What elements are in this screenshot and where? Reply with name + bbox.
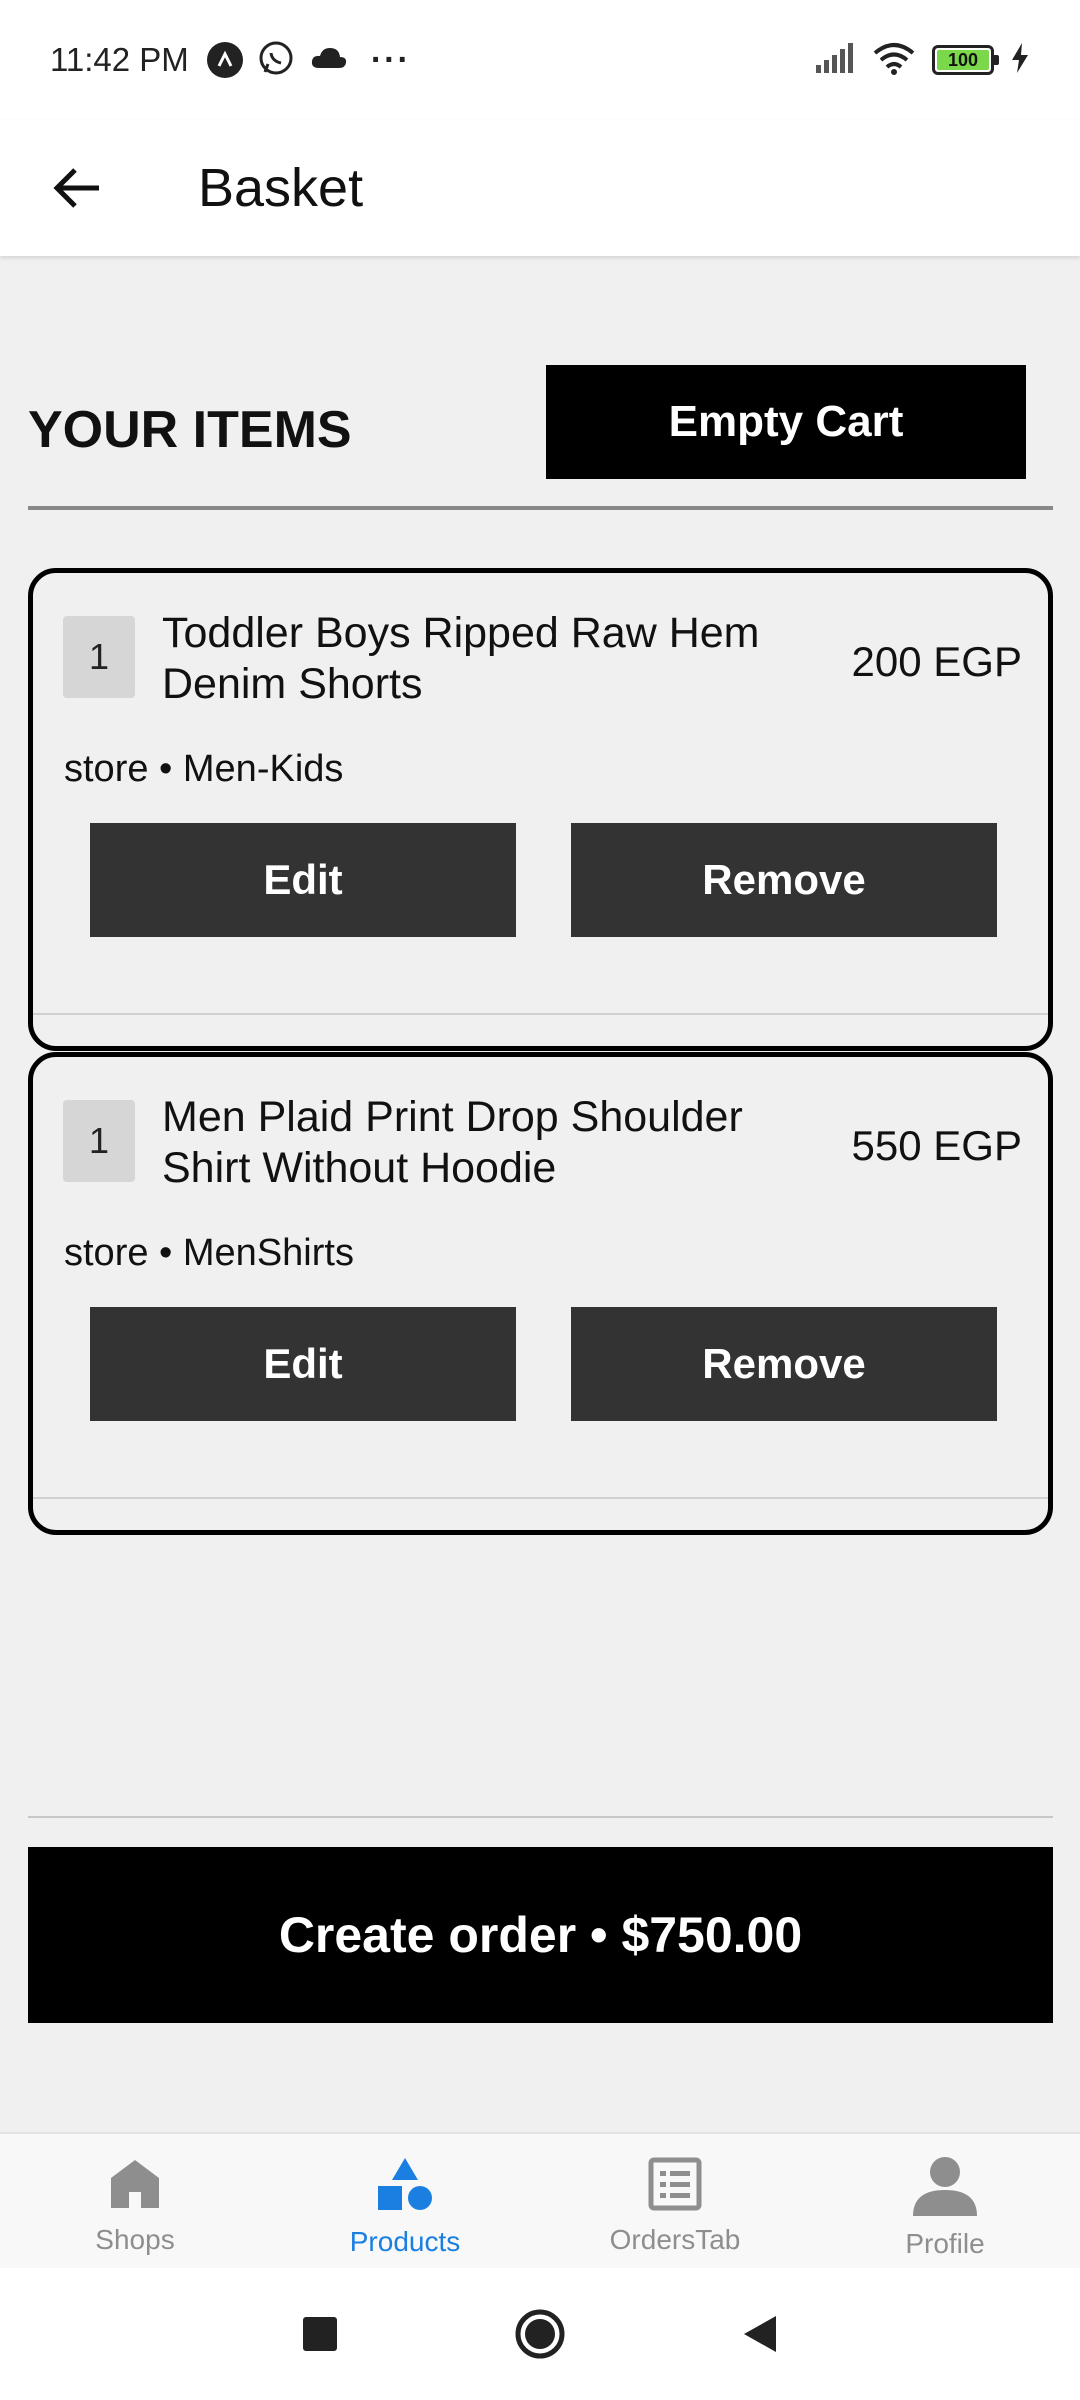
- system-back-button[interactable]: [730, 2304, 790, 2364]
- basket-screen: 11:42 PM ··· 100 Basket YOUR ITEMS Empty…: [0, 0, 1080, 2400]
- cart-item-card: 1 Men Plaid Print Drop Shoulder Shirt Wi…: [28, 1052, 1053, 1535]
- signal-icon: [814, 42, 856, 78]
- back-button[interactable]: [32, 143, 122, 233]
- tab-shops[interactable]: Shops: [0, 2134, 270, 2268]
- order-divider: [28, 1816, 1053, 1818]
- empty-cart-button[interactable]: Empty Cart: [546, 365, 1026, 479]
- arrow-left-icon: [53, 168, 99, 208]
- card-divider: [33, 1013, 1048, 1015]
- system-nav-bar: [0, 2268, 1080, 2400]
- cart-item-card: 1 Toddler Boys Ripped Raw Hem Denim Shor…: [28, 568, 1053, 1051]
- tab-label: OrdersTab: [609, 2224, 741, 2255]
- app-notification-icon: [206, 42, 243, 78]
- edit-button[interactable]: Edit: [90, 823, 516, 937]
- cloud-icon: [309, 44, 349, 77]
- home-icon: [111, 2160, 159, 2208]
- status-time: 11:42 PM: [50, 41, 189, 78]
- system-icons: 100: [814, 41, 1030, 80]
- list-icon: [648, 2157, 702, 2211]
- tab-label: Profile: [905, 2228, 985, 2259]
- tab-label: Shops: [95, 2224, 175, 2255]
- status-bar: 11:42 PM ··· 100: [0, 0, 1080, 120]
- page-title: Basket: [198, 158, 364, 218]
- remove-button[interactable]: Remove: [571, 1307, 997, 1421]
- charging-icon: [1010, 42, 1030, 78]
- product-name: Men Plaid Print Drop Shoulder Shirt With…: [162, 1093, 743, 1192]
- more-notifications-icon: ···: [370, 40, 411, 79]
- notification-icons: ···: [206, 39, 411, 82]
- edit-button[interactable]: Edit: [90, 1307, 516, 1421]
- create-order-button[interactable]: Create order • $750.00: [28, 1847, 1053, 2023]
- person-icon: [913, 2157, 977, 2216]
- app-bar: Basket: [0, 120, 1080, 256]
- triangle-back-icon: [744, 2316, 776, 2352]
- shapes-icon: [378, 2158, 432, 2210]
- home-button[interactable]: [510, 2304, 570, 2364]
- card-divider: [33, 1497, 1048, 1499]
- tab-profile[interactable]: Profile: [810, 2134, 1080, 2268]
- remove-button[interactable]: Remove: [571, 823, 997, 937]
- tab-products[interactable]: Products: [270, 2134, 540, 2268]
- bottom-tab-bar: Shops Products OrdersTab Profile: [0, 2132, 1080, 2268]
- items-header: YOUR ITEMS Empty Cart: [28, 365, 1053, 510]
- tab-orders[interactable]: OrdersTab: [540, 2134, 810, 2268]
- tab-label: Products: [349, 2226, 461, 2257]
- whatsapp-icon: [257, 39, 295, 82]
- product-price: 200 EGP: [851, 638, 1022, 685]
- product-name: Toddler Boys Ripped Raw Hem Denim Shorts: [162, 609, 760, 708]
- battery-icon: 100: [932, 45, 999, 75]
- product-meta: store • MenShirts: [64, 1232, 354, 1274]
- quantity-badge: 1: [63, 616, 135, 698]
- square-icon: [303, 2317, 337, 2351]
- battery-level: 100: [937, 50, 989, 70]
- circle-icon: [515, 2309, 565, 2359]
- section-title: YOUR ITEMS: [28, 401, 352, 459]
- product-price: 550 EGP: [851, 1122, 1022, 1169]
- recents-button[interactable]: [290, 2304, 350, 2364]
- product-meta: store • Men-Kids: [64, 748, 344, 790]
- wifi-icon: [872, 41, 916, 80]
- quantity-badge: 1: [63, 1100, 135, 1182]
